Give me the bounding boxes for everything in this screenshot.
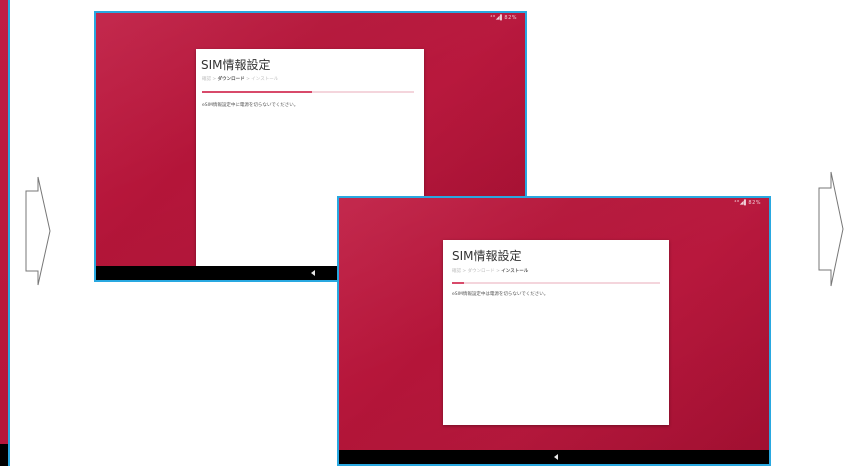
back-icon[interactable]: [310, 270, 315, 276]
sim-setup-dialog: SIM情報設定 確認 > ダウンロード > インストール eSIM情報設定中は電…: [443, 240, 669, 425]
step-indicator: 確認 > ダウンロード > インストール: [452, 269, 529, 274]
status-bar: ⁴ᴳ◢▌82%: [734, 200, 761, 206]
progress-track: [202, 91, 414, 93]
step-indicator: 確認 > ダウンロード > インストール: [202, 77, 279, 82]
progress-fill: [452, 282, 465, 284]
back-icon[interactable]: [554, 454, 558, 460]
screenshot-install-step: ⁴ᴳ◢▌82% SIM情報設定 確認 > ダウンロード > インストール eSI…: [337, 196, 771, 466]
step-install-active: インストール: [501, 269, 529, 274]
navigation-bar: [0, 444, 8, 466]
right-arrow-icon: [818, 171, 844, 287]
warning-message: eSIM情報設定中は電源を切らないでください。: [452, 292, 549, 297]
dialog-title: SIM情報設定: [201, 58, 271, 72]
progress-fill: [202, 91, 313, 93]
step-download: ダウンロード: [467, 269, 495, 274]
warning-message: eSIM情報設定中に電源を切らないでください。: [202, 103, 299, 108]
right-arrow-icon: [25, 176, 51, 286]
progress-track: [452, 282, 660, 284]
dialog-title: SIM情報設定: [452, 249, 522, 263]
step-confirm: 確認: [202, 77, 211, 82]
navigation-bar: [339, 450, 769, 464]
step-download-active: ダウンロード: [217, 77, 245, 82]
status-bar: ⁴ᴳ◢▌82%: [490, 15, 517, 21]
step-confirm: 確認: [452, 269, 461, 274]
step-install: インストール: [251, 77, 279, 82]
previous-screenshot-sliver: [0, 0, 10, 466]
